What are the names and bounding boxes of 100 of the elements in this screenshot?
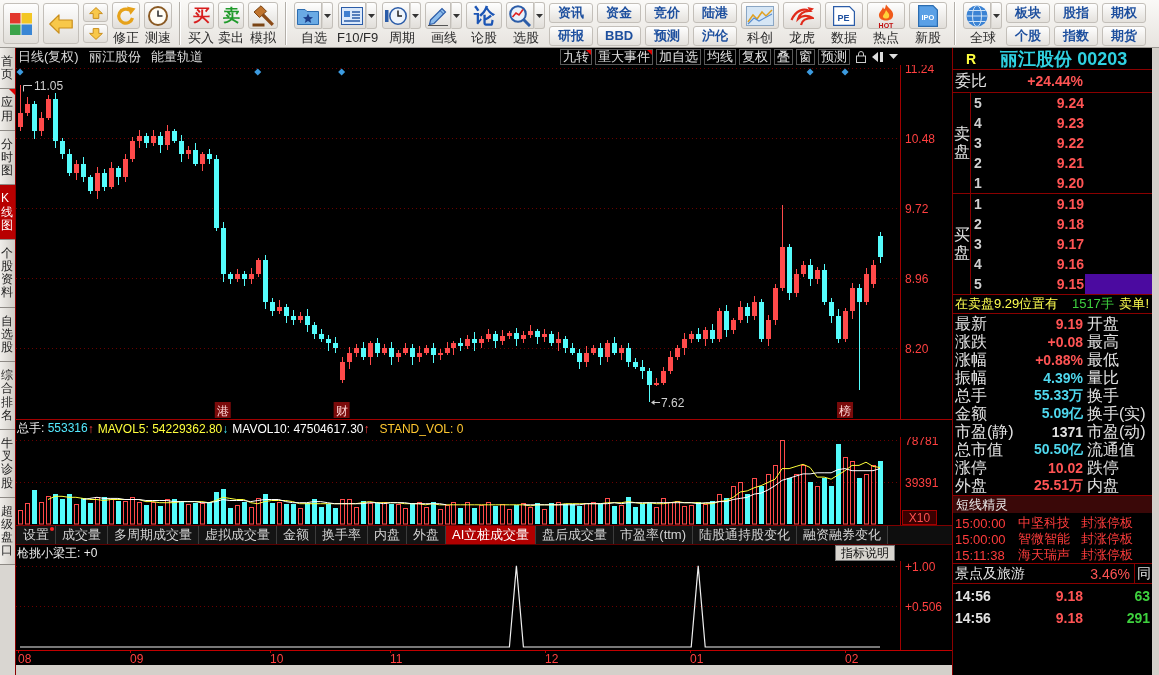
toolbar-button[interactable]: 买 买入 bbox=[188, 2, 214, 45]
event-marker[interactable]: 财 bbox=[333, 402, 350, 418]
diamond-marker-icon[interactable] bbox=[806, 68, 814, 76]
help-button[interactable]: 指标说明 bbox=[835, 545, 895, 561]
diamond-marker-icon[interactable] bbox=[338, 68, 346, 76]
event-marker[interactable]: 港 bbox=[214, 402, 231, 418]
toolbar-link[interactable]: 期货 bbox=[1102, 26, 1147, 46]
diamond-marker-icon[interactable] bbox=[841, 68, 849, 76]
order-price: 9.15 bbox=[1055, 276, 1084, 292]
period-label: 日线(复权) bbox=[18, 47, 79, 66]
toolbar-link[interactable]: 指数 bbox=[1054, 26, 1099, 46]
toolbar-button[interactable]: 卖 卖出 bbox=[218, 2, 244, 45]
alert-time: 15:00:00 bbox=[955, 531, 1007, 547]
event-marker[interactable]: 榜 bbox=[837, 402, 854, 418]
order-rank: 5 bbox=[973, 95, 983, 111]
volume-axis-label: 39391 bbox=[905, 475, 939, 490]
bar bbox=[158, 506, 163, 524]
bar bbox=[144, 505, 149, 524]
chart-tool-button[interactable]: 预测 bbox=[818, 48, 850, 65]
arrow-down-icon bbox=[88, 27, 103, 40]
side-tab[interactable]: 超级盘口 bbox=[0, 497, 15, 566]
indicator-tab[interactable]: 内盘 bbox=[368, 526, 407, 544]
toolbar-link[interactable]: 资金 bbox=[597, 3, 642, 23]
bar bbox=[424, 507, 429, 525]
bar bbox=[389, 504, 394, 524]
toolbar-link[interactable]: 竞价 bbox=[645, 3, 690, 23]
chart-tool-button[interactable]: 窗 bbox=[796, 48, 815, 65]
order-price: 9.23 bbox=[1055, 115, 1084, 131]
chart-tool-button[interactable]: 重大事件 bbox=[595, 48, 653, 65]
toolbar-button[interactable]: 周期 bbox=[382, 2, 422, 45]
toolbar-link[interactable]: 研报 bbox=[549, 26, 594, 46]
toolbar-button[interactable]: 画线 bbox=[425, 2, 463, 45]
side-tab[interactable]: 综合排名 bbox=[0, 362, 15, 430]
toolbar-button[interactable]: 科创 bbox=[741, 2, 780, 45]
toolbar-button[interactable]: 全球 bbox=[963, 2, 1003, 45]
toolbar-link[interactable]: 板块 bbox=[1006, 3, 1051, 23]
month-label: 10 bbox=[270, 652, 284, 665]
side-tab[interactable]: 牛叉诊股 bbox=[0, 429, 15, 498]
month-label: 09 bbox=[130, 652, 144, 665]
indicator-tab[interactable]: 融资融券变化 bbox=[797, 526, 888, 544]
toolbar-link[interactable]: 期权 bbox=[1102, 3, 1147, 23]
bar bbox=[221, 489, 226, 524]
diamond-marker-icon[interactable] bbox=[254, 68, 262, 76]
pencil-icon bbox=[425, 2, 452, 29]
toolbar-link[interactable]: 预测 bbox=[645, 26, 690, 46]
bar bbox=[759, 486, 764, 524]
toolbar-link[interactable]: 陆港 bbox=[693, 3, 738, 23]
toolbar-link[interactable]: 资讯 bbox=[549, 3, 594, 23]
chart-tool-button[interactable]: 叠 bbox=[774, 48, 793, 65]
toolbar-button[interactable]: 龙虎 bbox=[783, 2, 822, 45]
side-tab[interactable]: 首页 bbox=[0, 48, 15, 90]
toolbar-button[interactable]: PE 数据 bbox=[825, 2, 864, 45]
bar bbox=[486, 502, 491, 525]
chart-tool-button[interactable]: 均线 bbox=[704, 48, 736, 65]
lock-icon[interactable] bbox=[856, 50, 866, 63]
bar bbox=[696, 502, 701, 524]
indicator-tab[interactable]: 换手率 bbox=[316, 526, 368, 544]
alert-time: 15:11:38 bbox=[955, 547, 1006, 563]
side-tab[interactable]: 分时图 bbox=[0, 130, 15, 186]
order-rank: 4 bbox=[973, 256, 983, 272]
toolbar-button[interactable]: 模拟 bbox=[248, 2, 278, 45]
toolbar-button[interactable]: F10/F9 bbox=[337, 2, 379, 45]
triangle-left-icon[interactable] bbox=[872, 51, 883, 62]
indicator-tab[interactable]: 盘后成交量 bbox=[536, 526, 615, 544]
side-tab[interactable]: 应用 bbox=[0, 89, 15, 131]
bar bbox=[724, 498, 729, 524]
indicator-tab[interactable]: 陆股通持股变化 bbox=[693, 526, 797, 544]
toolbar-link[interactable]: 个股 bbox=[1006, 26, 1051, 46]
toolbar-button[interactable]: 论 论股 bbox=[466, 2, 503, 45]
side-tab[interactable]: 自选股 bbox=[0, 307, 15, 363]
field-value: 1371 bbox=[1050, 424, 1083, 440]
indicator-tab[interactable]: 金额 bbox=[277, 526, 316, 544]
toolbar-button[interactable]: 选股 bbox=[506, 2, 546, 45]
diamond-marker-icon[interactable] bbox=[16, 68, 24, 76]
toolbar-link[interactable]: 股指 bbox=[1054, 3, 1099, 23]
sector-change: 3.46% bbox=[1090, 565, 1131, 582]
bar bbox=[542, 509, 547, 525]
toolbar-button[interactable]: 修正 bbox=[112, 2, 140, 45]
indicator-tab[interactable]: 市盈率(ttm) bbox=[614, 526, 693, 544]
grid-button[interactable] bbox=[3, 3, 39, 44]
toolbar-link[interactable]: 沪伦 bbox=[693, 26, 738, 46]
indicator-tab[interactable]: 多周期成交量 bbox=[108, 526, 199, 544]
indicator-tab[interactable]: AI立桩成交量 bbox=[446, 526, 537, 544]
chart-tool-button[interactable]: 复权 bbox=[739, 48, 771, 65]
bar bbox=[319, 507, 324, 524]
bar bbox=[787, 478, 792, 524]
indicator-tab[interactable]: 成交量 bbox=[56, 526, 108, 544]
caret-icon[interactable] bbox=[889, 54, 898, 59]
indicator-tab[interactable]: 虚拟成交量 bbox=[199, 526, 277, 544]
order-rank: 1 bbox=[973, 196, 983, 212]
toolbar-button[interactable]: 测速 bbox=[144, 2, 172, 45]
chart-tool-button[interactable]: 加自选 bbox=[656, 48, 701, 65]
settings-tab[interactable]: 设置 bbox=[17, 526, 56, 544]
chart-tool-button[interactable]: 九转 bbox=[560, 48, 592, 65]
toolbar-link[interactable]: BBD bbox=[597, 26, 642, 46]
side-tab[interactable]: K线图 bbox=[0, 185, 15, 240]
toolbar-button[interactable]: 自选 bbox=[294, 2, 333, 45]
indicator-tab[interactable]: 外盘 bbox=[407, 526, 446, 544]
field-label: 换手(实) bbox=[1086, 405, 1147, 423]
side-tab[interactable]: 个股资料 bbox=[0, 239, 15, 308]
